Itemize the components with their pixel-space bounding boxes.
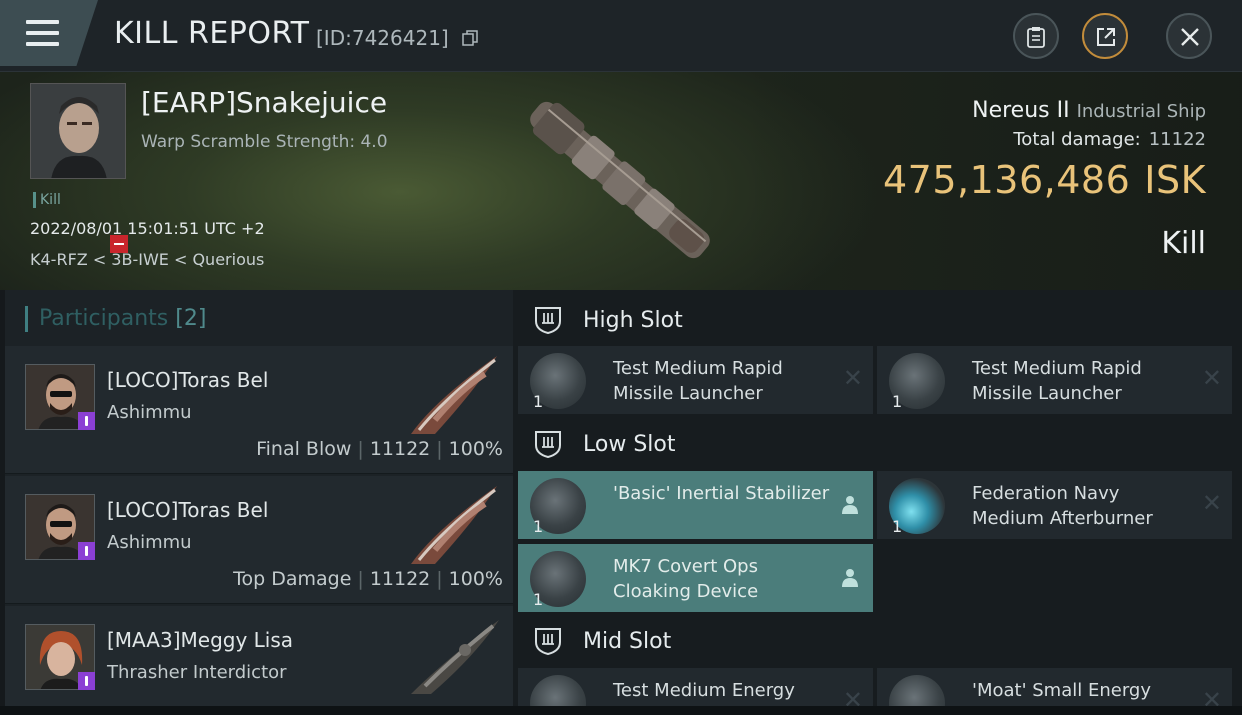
warp-scramble-strength: Warp Scramble Strength: 4.0	[141, 132, 388, 152]
attacker-badge	[78, 412, 95, 430]
kill-summary: [EARP]Snakejuice Warp Scramble Strength:…	[0, 72, 1242, 290]
share-button[interactable]	[1082, 13, 1128, 59]
fitting-item[interactable]: 1 'Basic' Inertial Stabilizer	[518, 471, 873, 539]
participant-ship-image	[411, 620, 499, 694]
destroyed-icon: ✕	[842, 364, 863, 392]
low-slot-header: Low Slot	[513, 418, 1242, 470]
copy-icon[interactable]	[462, 30, 478, 46]
dropped-icon	[842, 569, 858, 587]
participant-ship: Ashimmu	[107, 532, 192, 553]
participants-panel: Participants [2] [LOCO]Toras Bel Ashimmu…	[5, 290, 513, 715]
attacker-badge	[78, 672, 95, 690]
destroyed-icon: ✕	[1201, 364, 1222, 392]
kill-result: Kill	[1161, 226, 1206, 261]
participant-ship: Thrasher Interdictor	[107, 662, 287, 683]
share-icon	[1097, 28, 1115, 46]
high-slot-icon	[535, 307, 561, 335]
victim-badge	[110, 235, 128, 253]
clipboard-button[interactable]	[1013, 13, 1059, 59]
attacker-badge	[78, 542, 95, 560]
participants-title: Participants [2]	[25, 306, 206, 332]
participant-row[interactable]: [LOCO]Toras Bel Ashimmu Final Blow | 11122…	[5, 346, 513, 474]
kill-tag: Kill	[33, 192, 61, 208]
victim-portrait[interactable]	[30, 83, 126, 179]
participant-ship-image	[411, 486, 497, 564]
page-title: KILL REPORT	[114, 16, 310, 51]
participant-ship: Ashimmu	[107, 402, 192, 423]
mid-slot-header: Mid Slot	[513, 615, 1242, 667]
victim-ship-name[interactable]: Nereus II Industrial Ship	[972, 98, 1206, 123]
bottom-edge	[0, 706, 1242, 715]
participant-name: [LOCO]Toras Bel	[107, 498, 269, 522]
participant-row[interactable]: [MAA3]Meggy Lisa Thrasher Interdictor	[5, 606, 513, 715]
participant-name: [LOCO]Toras Bel	[107, 368, 269, 392]
menu-icon	[26, 20, 59, 24]
mid-slot-icon	[535, 628, 561, 656]
fitting-item[interactable]: 1 MK7 Covert Ops Cloaking Device	[518, 544, 873, 612]
participant-stats: Top Damage | 11122 | 100%	[233, 568, 503, 590]
participant-name: [MAA3]Meggy Lisa	[107, 628, 294, 652]
high-slot-header: High Slot	[513, 294, 1242, 346]
destroyed-icon: ✕	[1201, 489, 1222, 517]
isk-value: 475,136,486 ISK	[883, 158, 1206, 202]
avatar	[31, 84, 125, 178]
menu-button[interactable]	[0, 0, 98, 66]
close-icon	[1181, 28, 1199, 46]
participant-ship-image	[411, 356, 497, 434]
low-slot-icon	[535, 431, 561, 459]
participant-row[interactable]: [LOCO]Toras Bel Ashimmu Top Damage | 11122…	[5, 476, 513, 604]
kill-location[interactable]: K4-RFZ < 3B-IWE < Querious	[30, 250, 264, 269]
participant-stats: Final Blow | 11122 | 100%	[256, 438, 503, 460]
total-damage: Total damage: 11122	[1013, 129, 1206, 150]
victim-ship-class: Industrial Ship	[1076, 101, 1206, 122]
victim-ship-image[interactable]	[500, 80, 740, 285]
clipboard-icon	[1027, 27, 1045, 48]
victim-name[interactable]: [EARP]Snakejuice	[141, 86, 387, 119]
dropped-icon	[842, 496, 858, 514]
close-button[interactable]	[1166, 13, 1212, 59]
kill-id: [ID:7426421]	[316, 26, 449, 50]
header-bar: KILL REPORT [ID:7426421]	[0, 0, 1242, 72]
fitting-item[interactable]: 1 Test Medium Rapid Missile Launcher ✕	[877, 346, 1232, 414]
fitting-item[interactable]: 1 Test Medium Rapid Missile Launcher ✕	[518, 346, 873, 414]
fitting-item[interactable]: 1 Federation Navy Medium Afterburner ✕	[877, 471, 1232, 539]
kill-datetime: 2022/08/01 15:01:51 UTC +2	[30, 219, 265, 238]
fitting-slots-panel: High Slot 1 Test Medium Rapid Missile La…	[513, 290, 1242, 715]
